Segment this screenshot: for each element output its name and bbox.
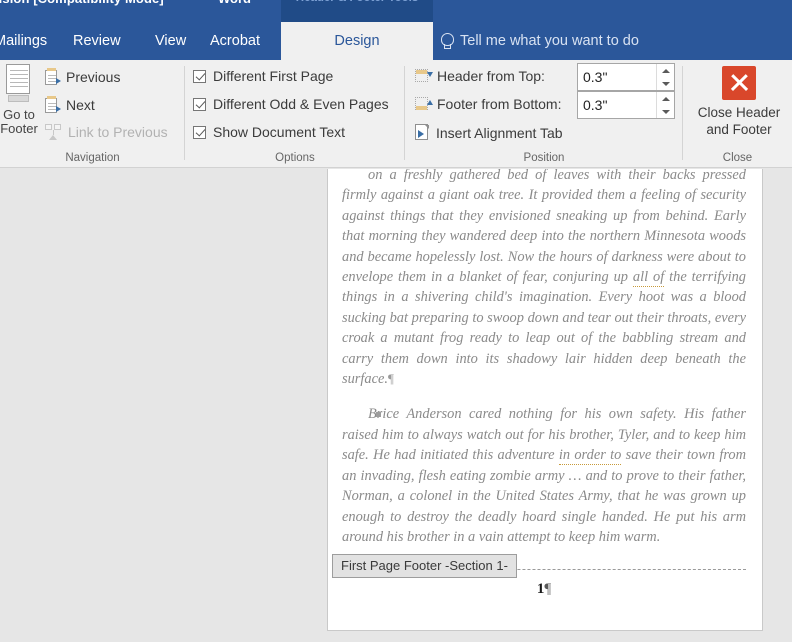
document-title: evision [Compatibility Mode] — [0, 0, 164, 6]
ribbon: Go to Footer Previous Next Link to Previ… — [0, 60, 792, 168]
close-button-label-line2: and Footer — [706, 122, 772, 137]
header-from-top-value[interactable]: 0.3" — [578, 69, 656, 85]
group-label-position: Position — [523, 152, 565, 164]
paragraph-1-text-b: the terrifying things in a shivering chi… — [342, 269, 746, 388]
close-button-label-line1: Close Header — [697, 105, 781, 120]
checkbox-label: Different Odd & Even Pages — [213, 96, 389, 112]
word-window: evision [Compatibility Mode] Word Header… — [0, 0, 792, 642]
header-from-top-label: Header from Top: — [437, 68, 545, 84]
next-section-icon — [45, 96, 61, 114]
paragraph-1-text-a: on a freshly gathered bed of leaves with… — [342, 169, 746, 286]
header-from-top-field[interactable]: Header from Top: — [415, 68, 545, 84]
close-header-and-footer-button[interactable]: Close Header and Footer — [683, 66, 792, 138]
pilcrow-mark: ¶ — [387, 371, 394, 387]
checkbox-label: Show Document Text — [213, 124, 346, 140]
link-to-previous-button[interactable]: Link to Previous — [45, 124, 168, 140]
group-label-close: Close — [722, 152, 753, 164]
paragraph-2[interactable]: Brice Anderson cared nothing for his own… — [342, 404, 746, 547]
insert-alignment-tab-label: Insert Alignment Tab — [436, 124, 563, 141]
tab-acrobat[interactable]: Acrobat — [200, 22, 270, 60]
first-page-footer-tab[interactable]: First Page Footer -Section 1- — [332, 554, 517, 578]
go-to-footer-icon — [4, 64, 34, 106]
tell-me-search[interactable]: Tell me what you want to do — [440, 22, 639, 60]
footer-from-bottom-icon — [415, 96, 433, 112]
ribbon-group-options: Different First Page Different Odd & Eve… — [185, 60, 405, 168]
footer-from-bottom-label: Footer from Bottom: — [437, 96, 562, 112]
document-body-text[interactable]: on a freshly gathered bed of leaves with… — [342, 169, 746, 547]
checkbox-icon[interactable] — [193, 97, 206, 111]
header-from-top-icon — [415, 68, 433, 84]
footer-from-bottom-value[interactable]: 0.3" — [578, 97, 656, 113]
group-label-navigation: Navigation — [65, 152, 120, 164]
footer-from-bottom-field[interactable]: Footer from Bottom: — [415, 96, 561, 112]
insert-alignment-tab-icon — [415, 124, 430, 141]
checkbox-label: Different First Page — [213, 68, 334, 84]
ribbon-group-close: Close Header and Footer Close — [683, 60, 792, 168]
checkbox-icon[interactable] — [193, 125, 206, 139]
paragraph-1[interactable]: on a freshly gathered bed of leaves with… — [342, 169, 746, 389]
header-from-top-spinner[interactable]: 0.3" — [577, 63, 675, 91]
document-canvas[interactable]: on a freshly gathered bed of leaves with… — [0, 169, 792, 642]
previous-label: Previous — [66, 69, 121, 85]
go-to-footer-label-line2: Footer — [0, 121, 38, 136]
app-name: Word — [218, 0, 251, 6]
tab-mailings[interactable]: Mailings — [0, 22, 57, 60]
previous-button[interactable]: Previous — [45, 68, 120, 86]
footer-pilcrow-mark: ¶ — [544, 581, 552, 597]
title-bar: evision [Compatibility Mode] Word Header… — [0, 0, 792, 22]
tab-view[interactable]: View — [145, 22, 196, 60]
lightbulb-icon — [440, 32, 454, 50]
checkbox-icon[interactable] — [193, 69, 206, 83]
link-to-previous-icon — [45, 124, 62, 140]
checkbox-different-odd-even-pages[interactable]: Different Odd & Even Pages — [193, 96, 389, 112]
go-to-footer-label-line1: Go to — [3, 107, 35, 122]
document-page[interactable]: on a freshly gathered bed of leaves with… — [327, 169, 763, 631]
tab-design[interactable]: Design — [281, 22, 433, 60]
checkbox-different-first-page[interactable]: Different First Page — [193, 68, 333, 84]
ribbon-tab-strip: Mailings Review View Acrobat Design Tell… — [0, 22, 792, 60]
close-x-icon — [722, 66, 756, 100]
spinner-up-button[interactable] — [657, 92, 674, 105]
group-label-options: Options — [275, 152, 315, 164]
spinner-up-button[interactable] — [657, 64, 674, 77]
spinner-down-button[interactable] — [657, 77, 674, 90]
next-button[interactable]: Next — [45, 96, 95, 114]
link-to-previous-label: Link to Previous — [68, 124, 168, 140]
tell-me-label: Tell me what you want to do — [460, 33, 639, 49]
footer-page-number[interactable]: 1¶ — [342, 581, 746, 598]
grammar-suggestion-all-of[interactable]: all of — [632, 269, 665, 288]
spinner-down-button[interactable] — [657, 105, 674, 118]
formatting-mark-bullet — [376, 412, 381, 417]
tab-review[interactable]: Review — [63, 22, 131, 60]
ribbon-group-position: Header from Top: 0.3" Footer from Bottom… — [405, 60, 683, 168]
checkbox-show-document-text[interactable]: Show Document Text — [193, 124, 345, 140]
ribbon-group-navigation: Go to Footer Previous Next Link to Previ… — [0, 60, 185, 168]
insert-alignment-tab-button[interactable]: Insert Alignment Tab — [415, 124, 563, 141]
footer-from-bottom-spinner[interactable]: 0.3" — [577, 91, 675, 119]
grammar-suggestion-in-order-to[interactable]: in order to — [558, 447, 622, 466]
next-label: Next — [66, 97, 95, 113]
previous-section-icon — [45, 68, 61, 86]
contextual-tools-label: Header & Footer Tools — [286, 0, 428, 4]
